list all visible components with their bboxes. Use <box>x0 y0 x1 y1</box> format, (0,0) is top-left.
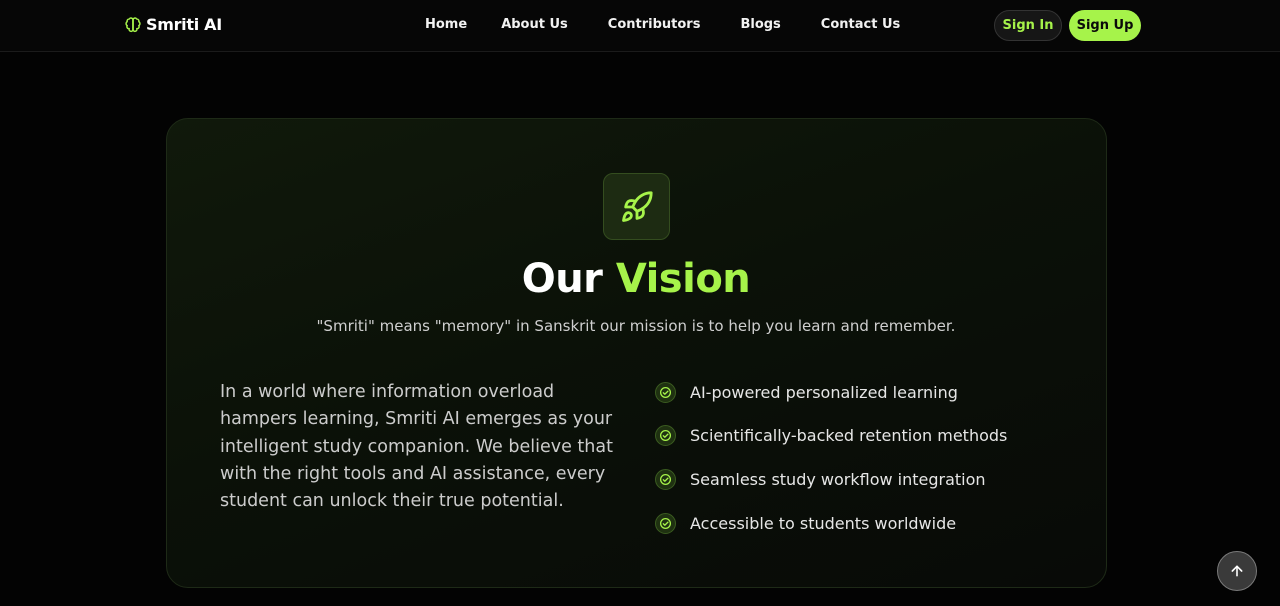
vision-title-accent: Vision <box>615 256 751 302</box>
vision-intro-text: In a world where information overload ha… <box>220 382 613 512</box>
feature-item: Accessible to students worldwide <box>655 512 1007 534</box>
feature-item: AI-powered personalized learning <box>655 381 1007 403</box>
sign-up-button[interactable]: Sign Up <box>1069 10 1141 41</box>
rocket-icon <box>621 190 653 222</box>
feature-item: Scientifically-backed retention methods <box>655 425 1007 447</box>
feature-text: Seamless study workflow integration <box>690 469 986 489</box>
navbar: Smriti AI Home About Us Contributors Blo… <box>0 0 1280 52</box>
check-circle-icon <box>655 468 676 490</box>
brand-logo[interactable]: Smriti AI <box>125 15 222 34</box>
check-circle-icon <box>655 381 676 403</box>
feature-text: AI-powered personalized learning <box>690 382 958 402</box>
nav-link-blogs[interactable]: Blogs <box>740 17 780 32</box>
brain-icon <box>125 16 141 32</box>
check-circle-icon <box>655 425 676 447</box>
arrow-up-icon <box>1231 565 1243 577</box>
vision-subtitle: "Smriti" means "memory" in Sanskrit our … <box>316 317 956 335</box>
nav-link-home[interactable]: Home <box>425 17 467 32</box>
nav-link-about-us[interactable]: About Us <box>501 17 568 32</box>
sign-in-button[interactable]: Sign In <box>994 10 1062 41</box>
rocket-icon-box <box>603 173 670 240</box>
scroll-to-top-button[interactable] <box>1217 551 1257 591</box>
feature-text: Scientifically-backed retention methods <box>690 426 1008 446</box>
vision-title-main: Our <box>521 256 603 302</box>
feature-item: Seamless study workflow integration <box>655 468 1007 490</box>
vision-title: Our Vision <box>0 256 1272 302</box>
check-circle-icon <box>655 512 676 534</box>
brand-name: Smriti AI <box>146 15 222 34</box>
nav-link-contact-us[interactable]: Contact Us <box>821 17 900 32</box>
nav-link-contributors[interactable]: Contributors <box>608 17 701 32</box>
feature-list: AI-powered personalized learning Scienti… <box>655 381 1007 556</box>
feature-text: Accessible to students worldwide <box>690 513 957 533</box>
main-nav: Home About Us Contributors Blogs Contact… <box>425 17 900 32</box>
